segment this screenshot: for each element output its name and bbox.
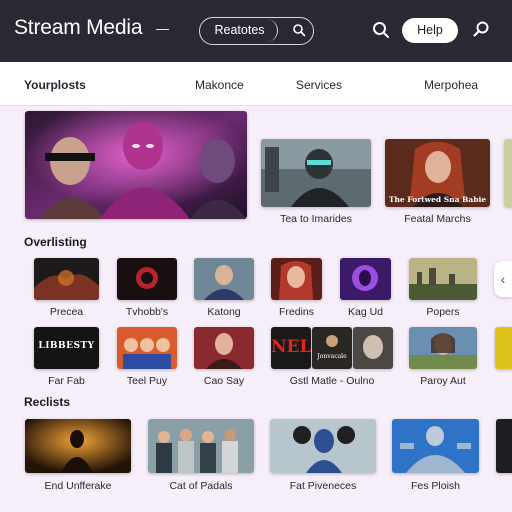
movie-caption: Kag Ud — [347, 306, 384, 318]
nav-bar: Yourplosts Makonce Services Merpohea — [0, 62, 512, 106]
movie-caption: Katong — [207, 306, 241, 318]
movie-caption: Fat Piveneces — [289, 480, 357, 492]
poster-title: Jonvacale — [317, 353, 347, 360]
nav-item-services[interactable]: Services — [296, 78, 342, 92]
movie-poster[interactable] — [117, 258, 177, 300]
chevron-down-icon[interactable]: — — [156, 21, 169, 36]
movie-poster[interactable] — [194, 258, 254, 300]
nav-item-yourplosts[interactable]: Yourplosts — [24, 78, 86, 92]
movie-caption: Gstl Matle - Oulno — [289, 375, 375, 387]
chevron-left-icon[interactable]: ‹ — [494, 261, 512, 297]
search-icon[interactable] — [292, 23, 306, 37]
hero-card-caption: Featal Marchs — [404, 213, 471, 225]
movie-poster[interactable] — [409, 327, 477, 369]
movie-caption: Paroy Aut — [420, 375, 466, 387]
hero-card-caption: Tea to Imarides — [280, 213, 352, 225]
nav-item-merpohea[interactable]: Merpohea — [424, 78, 478, 92]
movie-caption: Fredins — [278, 306, 314, 318]
nav-item-makonce[interactable]: Makonce — [195, 78, 244, 92]
search-icon[interactable] — [472, 20, 490, 38]
movie-poster[interactable] — [392, 419, 479, 473]
movie-poster[interactable]: LIBBESTY — [34, 327, 99, 369]
help-button[interactable]: Help — [402, 18, 458, 43]
movie-poster[interactable] — [25, 419, 131, 473]
section-title: Overlisting — [24, 235, 87, 249]
movie-poster[interactable] — [353, 327, 393, 369]
movie-poster[interactable] — [270, 419, 376, 473]
movie-poster[interactable] — [34, 258, 99, 300]
movie-caption: Cat of Padals — [169, 480, 233, 492]
app-title[interactable]: Stream Media — [14, 16, 143, 40]
movie-caption: Precea — [49, 306, 84, 318]
movie-poster[interactable] — [495, 327, 512, 369]
movie-poster[interactable] — [340, 258, 391, 300]
search-icon[interactable] — [372, 21, 390, 39]
hero-card-poster[interactable]: The Fortwed Sna Babie — [385, 139, 490, 207]
movie-caption: Far Fab — [48, 375, 85, 387]
section-title: Reclists — [24, 395, 71, 409]
movie-poster[interactable] — [271, 258, 322, 300]
movie-poster[interactable] — [496, 419, 512, 473]
hero-card-poster[interactable] — [504, 139, 512, 207]
movie-caption: Teel Puy — [126, 375, 168, 387]
poster-title: The Fortwed Sna Babie — [388, 195, 487, 204]
movie-poster[interactable] — [148, 419, 254, 473]
search-box[interactable]: Reatotes — [199, 17, 314, 45]
hero-card-poster[interactable] — [261, 139, 371, 207]
movie-poster[interactable]: NEL — [271, 327, 311, 369]
search-filter-pill[interactable]: Reatotes — [202, 19, 278, 42]
movie-caption: Tvhobb's — [125, 306, 169, 318]
movie-caption: End Unfferake — [44, 480, 112, 492]
top-header: Stream Media — Reatotes Help — [0, 0, 512, 62]
movie-caption: Popers — [426, 306, 460, 318]
poster-title: NEL — [271, 337, 311, 357]
movie-poster[interactable] — [117, 327, 177, 369]
movie-poster[interactable]: Jonvacale — [312, 327, 352, 369]
featured-hero-poster[interactable] — [25, 111, 247, 219]
poster-title: LIBBESTY — [38, 341, 95, 351]
movie-caption: Fes Ploish — [410, 480, 461, 492]
movie-poster[interactable] — [194, 327, 254, 369]
movie-poster[interactable] — [409, 258, 477, 300]
movie-caption: Cao Say — [203, 375, 245, 387]
